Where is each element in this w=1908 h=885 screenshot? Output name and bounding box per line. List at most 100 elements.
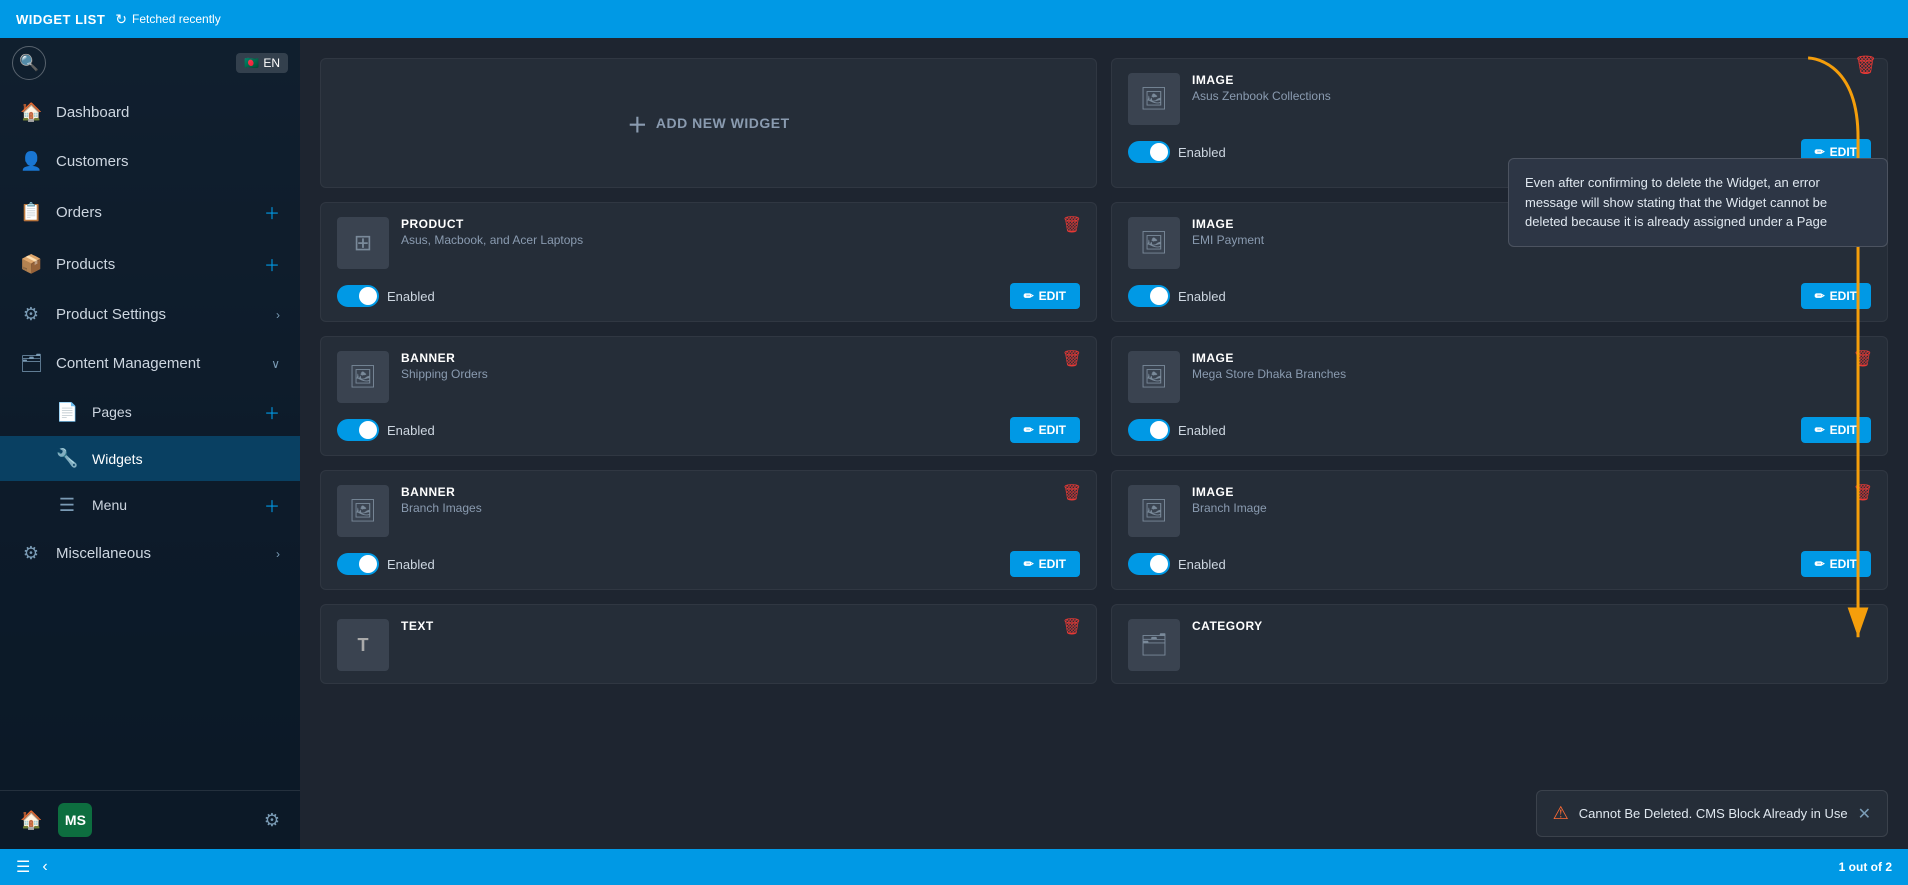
toggle-wrap: Enabled (337, 419, 435, 441)
chevron-right-icon: › (276, 547, 280, 561)
widget-thumbnail: 🖼 (1128, 217, 1180, 269)
annotation-tooltip: Even after confirming to delete the Widg… (1508, 158, 1888, 247)
enabled-label: Enabled (1178, 289, 1226, 304)
enabled-toggle[interactable] (1128, 141, 1170, 163)
widget-name: Branch Images (401, 501, 1080, 515)
delete-icon[interactable]: 🗑 (1853, 349, 1873, 369)
card-info: PRODUCT Asus, Macbook, and Acer Laptops (401, 217, 1080, 247)
card-header: T TEXT (337, 619, 1080, 671)
edit-button[interactable]: ✏ EDIT (1010, 551, 1080, 577)
settings-bottom-icon[interactable]: ⚙ (264, 810, 280, 831)
edit-label: EDIT (1039, 289, 1066, 303)
product-settings-icon: ⚙ (20, 304, 42, 325)
add-widget-card[interactable]: ＋ ADD NEW WIDGET (320, 58, 1097, 188)
image-icon: 🖼 (1140, 230, 1168, 256)
enabled-toggle[interactable] (337, 553, 379, 575)
widget-name: Mega Store Dhaka Branches (1192, 367, 1871, 381)
image-icon: 🖼 (1140, 86, 1168, 112)
language-selector[interactable]: 🇧🇩 EN (236, 53, 288, 73)
edit-icon: ✏ (1815, 289, 1825, 303)
delete-icon[interactable]: 🗑 (1062, 349, 1082, 369)
card-header: 🖼 IMAGE Mega Store Dhaka Branches (1128, 351, 1871, 403)
sidebar-item-menu[interactable]: ☰ Menu ＋ (0, 481, 300, 529)
hamburger-icon[interactable]: ☰ (16, 857, 30, 877)
widget-card-category: 🗂 CATEGORY (1111, 604, 1888, 684)
edit-label: EDIT (1039, 423, 1066, 437)
orders-add-icon[interactable]: ＋ (264, 200, 280, 224)
card-header: 🖼 BANNER Shipping Orders (337, 351, 1080, 403)
page-info: 1 out of 2 (1839, 860, 1892, 874)
edit-button[interactable]: ✏ EDIT (1801, 551, 1871, 577)
widget-card-image-branch: 🗑 🖼 IMAGE Branch Image Enabled (1111, 470, 1888, 590)
delete-icon[interactable]: 🗑 (1853, 483, 1873, 503)
pages-add-icon[interactable]: ＋ (264, 400, 280, 424)
sidebar-item-widgets[interactable]: 🔧 Widgets (0, 436, 300, 481)
sidebar-item-product-settings[interactable]: ⚙ Product Settings › (0, 290, 300, 339)
widget-thumbnail: 🖼 (1128, 73, 1180, 125)
toggle-wrap: Enabled (337, 285, 435, 307)
enabled-toggle[interactable] (1128, 553, 1170, 575)
fetched-label: Fetched recently (132, 12, 221, 26)
edit-icon: ✏ (1024, 289, 1034, 303)
edit-button[interactable]: ✏ EDIT (1010, 283, 1080, 309)
home-bottom-icon[interactable]: 🏠 (20, 810, 42, 831)
sidebar-item-pages[interactable]: 📄 Pages ＋ (0, 388, 300, 436)
card-footer: Enabled ✏ EDIT (1128, 417, 1871, 443)
top-bar: WIDGET LIST ↻ Fetched recently (0, 0, 1908, 38)
toggle-wrap: Enabled (337, 553, 435, 575)
sidebar-item-products[interactable]: 📦 Products ＋ (0, 238, 300, 290)
sidebar-footer: 🏠 MS ⚙ (0, 790, 300, 849)
chevron-down-icon: ∨ (271, 357, 280, 371)
widget-name: Shipping Orders (401, 367, 1080, 381)
delete-icon[interactable]: 🗑 (1062, 215, 1082, 235)
widget-type: TEXT (401, 619, 1080, 633)
enabled-label: Enabled (1178, 145, 1226, 160)
content-area: Even after confirming to delete the Widg… (300, 38, 1908, 849)
refresh-indicator[interactable]: ↻ Fetched recently (115, 11, 220, 28)
search-button[interactable]: 🔍 (12, 46, 46, 80)
widget-type: IMAGE (1192, 73, 1871, 87)
enabled-toggle[interactable] (337, 419, 379, 441)
sidebar-sub-label: Pages (92, 404, 250, 420)
delete-icon[interactable]: 🗑 (1062, 617, 1082, 637)
sidebar-item-label: Content Management (56, 355, 257, 372)
widget-type: BANNER (401, 485, 1080, 499)
widget-type: IMAGE (1192, 485, 1871, 499)
card-info: IMAGE Asus Zenbook Collections (1192, 73, 1871, 103)
sidebar-sub-label: Menu (92, 497, 250, 513)
sidebar-item-label: Product Settings (56, 306, 262, 323)
enabled-toggle[interactable] (1128, 419, 1170, 441)
sidebar-item-label: Orders (56, 204, 250, 221)
card-footer: Enabled ✏ EDIT (337, 551, 1080, 577)
edit-icon: ✏ (1815, 145, 1825, 159)
edit-button[interactable]: ✏ EDIT (1801, 417, 1871, 443)
lang-flag: 🇧🇩 (244, 56, 259, 70)
widget-thumbnail: 🖼 (337, 351, 389, 403)
enabled-toggle[interactable] (1128, 285, 1170, 307)
menu-icon: ☰ (56, 495, 78, 516)
back-button[interactable]: ‹ (42, 858, 47, 876)
sidebar-item-orders[interactable]: 📋 Orders ＋ (0, 186, 300, 238)
delete-top-right-icon[interactable]: 🗑 (1854, 55, 1877, 76)
toast-close-button[interactable]: ✕ (1858, 804, 1871, 824)
widget-card-image-mega: 🗑 🖼 IMAGE Mega Store Dhaka Branches Enab… (1111, 336, 1888, 456)
menu-add-icon[interactable]: ＋ (264, 493, 280, 517)
bottom-bar: ☰ ‹ 1 out of 2 (0, 849, 1908, 885)
sidebar-item-content-management[interactable]: 🗂 Content Management ∨ (0, 339, 300, 388)
delete-icon[interactable]: 🗑 (1062, 483, 1082, 503)
toast-message: Cannot Be Deleted. CMS Block Already in … (1579, 806, 1848, 821)
sidebar-item-miscellaneous[interactable]: ⚙ Miscellaneous › (0, 529, 300, 578)
edit-button[interactable]: ✏ EDIT (1801, 283, 1871, 309)
widget-type: PRODUCT (401, 217, 1080, 231)
card-footer: Enabled ✏ EDIT (337, 283, 1080, 309)
widget-thumbnail: 🖼 (1128, 351, 1180, 403)
edit-button[interactable]: ✏ EDIT (1010, 417, 1080, 443)
card-info: CATEGORY (1192, 619, 1871, 633)
widget-name: Asus, Macbook, and Acer Laptops (401, 233, 1080, 247)
enabled-toggle[interactable] (337, 285, 379, 307)
sidebar-item-customers[interactable]: 👤 Customers (0, 137, 300, 186)
sidebar-item-dashboard[interactable]: 🏠 Dashboard (0, 88, 300, 137)
enabled-label: Enabled (387, 289, 435, 304)
toggle-wrap: Enabled (1128, 285, 1226, 307)
products-add-icon[interactable]: ＋ (264, 252, 280, 276)
